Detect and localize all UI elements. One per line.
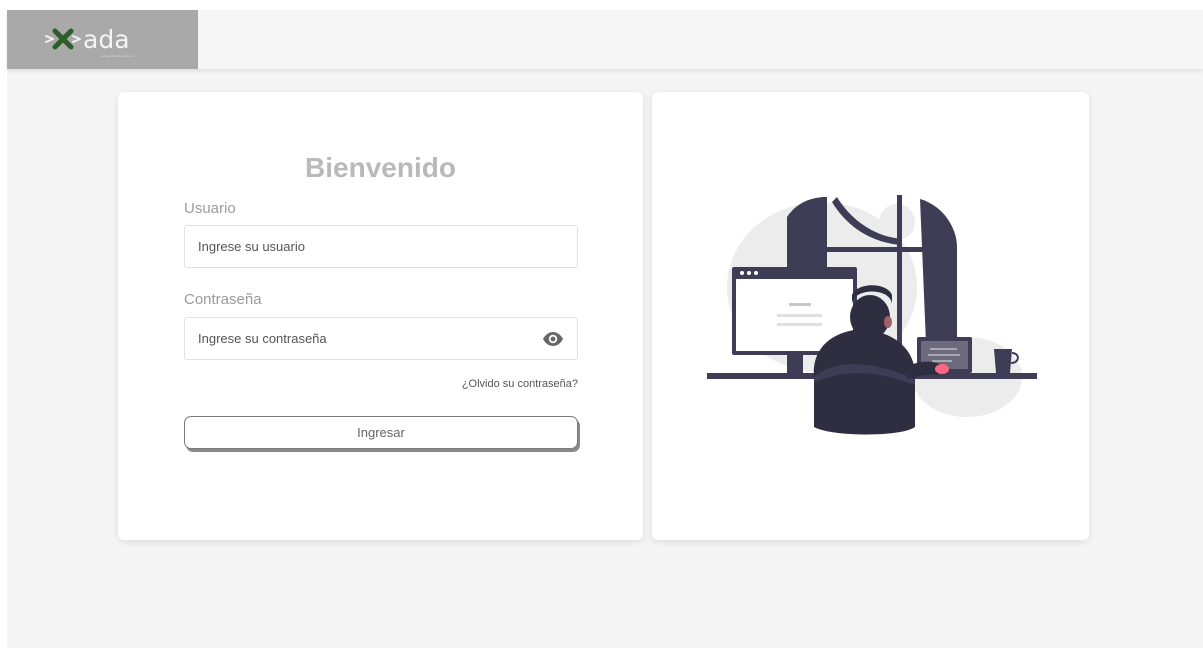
illustration-card: [652, 92, 1089, 540]
username-label: Usuario: [184, 200, 236, 217]
logo-tagline: desarrollando valores: [101, 54, 134, 58]
eye-icon[interactable]: [542, 331, 564, 347]
password-input[interactable]: [185, 318, 528, 359]
password-field-wrapper: [184, 317, 578, 360]
forgot-password-link[interactable]: ¿Olvido su contraseña?: [418, 378, 578, 390]
brand-logo[interactable]: ada desarrollando valores: [7, 10, 198, 69]
logo-text: ada: [83, 25, 130, 54]
username-field-wrapper: [184, 225, 578, 268]
login-card: Bienvenido Usuario Contraseña ¿Olvido su…: [118, 92, 643, 540]
top-bar: ada desarrollando valores: [7, 10, 1203, 69]
username-input[interactable]: [185, 226, 528, 267]
app-frame: ada desarrollando valores Bienvenido Usu…: [7, 10, 1203, 648]
login-button[interactable]: Ingresar: [184, 416, 578, 449]
remote-work-illustration: [707, 195, 1037, 435]
ada-logo-mark: ada: [45, 25, 130, 54]
password-label: Contraseña: [184, 291, 262, 308]
page-title: Bienvenido: [305, 152, 456, 183]
arrow-x-icon: [45, 28, 81, 50]
